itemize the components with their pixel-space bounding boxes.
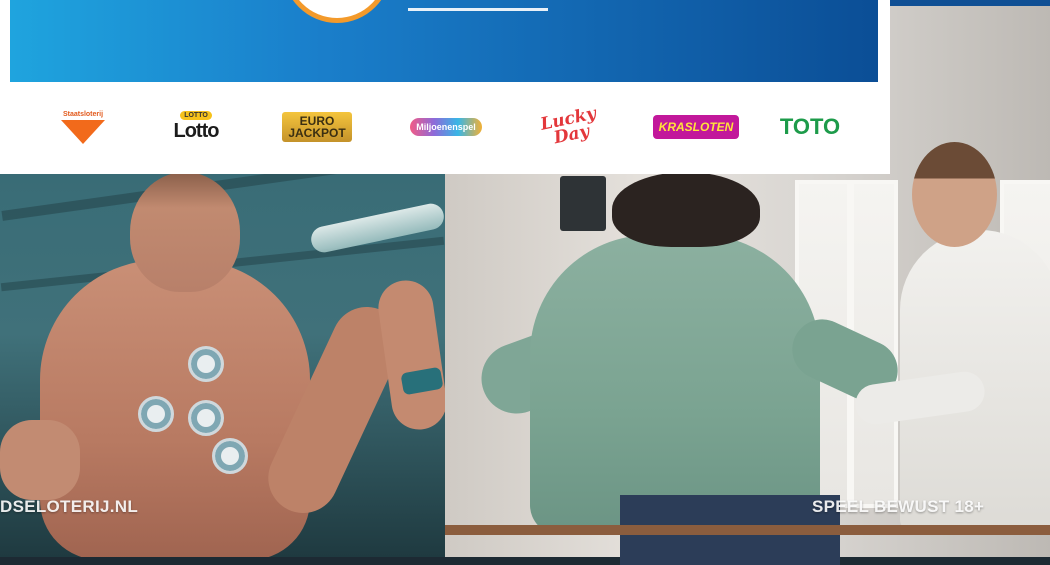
staatsloterij-logo-icon[interactable]: Staatsloterij <box>54 108 112 146</box>
patient-hair <box>612 172 760 247</box>
lotto-logo-icon[interactable]: LOTTO Lotto <box>168 108 224 146</box>
hero-banner[interactable] <box>10 0 878 82</box>
therapist-head <box>912 142 997 247</box>
staatsloterij-label: Staatsloterij <box>62 110 104 118</box>
athlete-head <box>130 172 240 292</box>
fish-shield-icon <box>61 119 105 144</box>
lotto-label: Lotto <box>173 120 220 142</box>
lotto-badge: LOTTO <box>180 111 212 120</box>
luckyday-logo-icon[interactable]: Lucky Day <box>538 104 602 149</box>
krasloten-label: KRASLOTEN <box>652 115 740 139</box>
toto-label: TOTO <box>779 114 841 139</box>
patient-body <box>530 235 820 535</box>
luckyday-label: Lucky Day <box>538 103 598 149</box>
eurojackpot-logo-icon[interactable]: EURO JACKPOT <box>282 108 352 146</box>
miljoenenspel-logo-icon[interactable]: Miljoenenspel <box>408 108 484 146</box>
electrode-icon <box>188 346 224 382</box>
brand-logo-icon <box>288 0 386 18</box>
toto-logo-icon[interactable]: TOTO <box>779 108 841 146</box>
athlete-fist <box>0 420 80 500</box>
banner-wordmark <box>408 0 548 11</box>
eurojackpot-label: EURO JACKPOT <box>282 112 352 142</box>
wall-speaker <box>560 176 606 231</box>
krasloten-logo-icon[interactable]: KRASLOTEN <box>652 108 740 146</box>
electrode-icon <box>188 400 224 436</box>
brand-logo-row: Staatsloterij LOTTO Lotto EURO JACKPOT M… <box>0 92 890 162</box>
top-strip <box>890 0 1050 6</box>
header-panel: Staatsloterij LOTTO Lotto EURO JACKPOT M… <box>0 0 890 174</box>
handrail <box>445 525 1050 535</box>
athlete-forearm <box>374 276 445 434</box>
electrode-icon <box>212 438 248 474</box>
responsible-play-text: SPEEL BEWUST 18+ <box>812 497 985 516</box>
website-url-text[interactable]: DSELOTERIJ.NL <box>0 497 138 517</box>
electrode-icon <box>138 396 174 432</box>
miljoenenspel-label: Miljoenenspel <box>410 118 482 136</box>
